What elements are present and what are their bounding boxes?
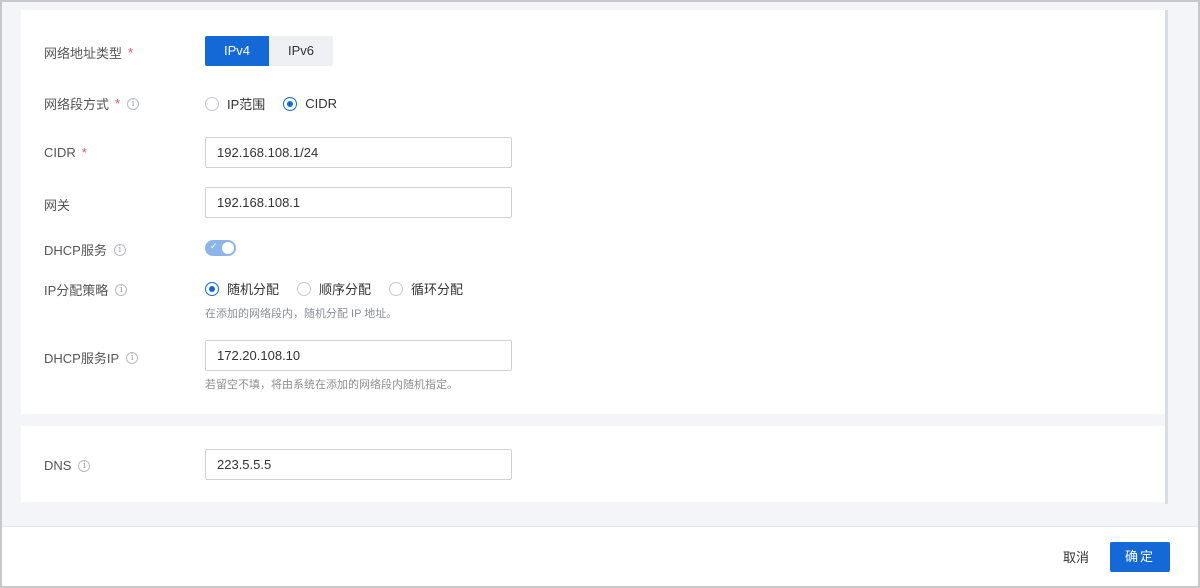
radio-circle-icon — [205, 96, 219, 111]
dhcp-ip-hint: 若留空不填，将由系统在添加的网络段内随机指定。 — [205, 379, 458, 391]
info-icon[interactable]: i — [113, 243, 126, 256]
info-icon[interactable]: i — [127, 97, 140, 110]
segment-mode-label-text: 网络段方式 — [44, 97, 110, 112]
cancel-button[interactable]: 取消 — [1052, 543, 1100, 573]
gateway-label-text: 网关 — [44, 198, 71, 213]
radio-cidr-label: CIDR — [305, 96, 338, 111]
dns-label-text: DNS — [44, 458, 72, 473]
radio-sequential[interactable]: 顺序分配 — [297, 279, 371, 298]
toggle-knob — [222, 242, 234, 254]
radio-ip-range-label: IP范围 — [227, 97, 266, 112]
ip-strategy-radio-group: 随机分配 顺序分配 循环分配 — [205, 279, 481, 298]
gateway-input[interactable] — [205, 187, 512, 218]
radio-cidr[interactable]: CIDR — [283, 96, 337, 111]
cidr-label-text: CIDR — [44, 145, 76, 160]
segment-mode-label: 网络段方式 * i — [44, 94, 140, 113]
dialog-frame: 网络地址类型 * IPv4 IPv6 网络段方式 * i IP范围 CIDR CIDR… — [2, 2, 1198, 586]
radio-random[interactable]: 随机分配 — [205, 279, 279, 298]
address-type-label-text: 网络地址类型 — [44, 46, 123, 61]
dialog-footer: 取消 确定 — [2, 526, 1198, 586]
radio-round-robin-label: 循环分配 — [411, 282, 464, 297]
radio-circle-checked-icon — [205, 281, 219, 296]
info-icon[interactable]: i — [78, 459, 91, 472]
dhcp-service-toggle[interactable]: ✓ — [205, 240, 236, 256]
ip-strategy-label: IP分配策略 i — [44, 280, 128, 299]
radio-ip-range[interactable]: IP范围 — [205, 94, 265, 113]
network-form-card: 网络地址类型 * IPv4 IPv6 网络段方式 * i IP范围 CIDR CIDR… — [21, 10, 1165, 414]
ipv4-option-button[interactable]: IPv4 — [205, 36, 269, 66]
dhcp-ip-label: DHCP服务IP i — [44, 348, 139, 367]
info-icon[interactable]: i — [126, 351, 139, 364]
scrollbar[interactable] — [1165, 10, 1168, 504]
required-mark: * — [128, 45, 134, 60]
address-type-segmented: IPv4 IPv6 — [205, 36, 333, 66]
radio-circle-icon — [297, 281, 312, 296]
info-icon[interactable]: i — [115, 283, 128, 296]
radio-circle-icon — [389, 281, 404, 296]
dns-card: DNS i — [21, 426, 1165, 502]
dhcp-ip-input[interactable] — [205, 340, 512, 371]
confirm-button[interactable]: 确定 — [1110, 542, 1170, 572]
ip-strategy-hint: 在添加的网络段内，随机分配 IP 地址。 — [205, 308, 398, 320]
dns-label: DNS i — [44, 458, 91, 473]
radio-round-robin[interactable]: 循环分配 — [389, 279, 463, 298]
dhcp-service-label-text: DHCP服务 — [44, 243, 107, 258]
ipv6-option-button[interactable]: IPv6 — [269, 36, 333, 66]
dhcp-ip-label-text: DHCP服务IP — [44, 351, 120, 366]
cidr-input[interactable] — [205, 137, 512, 168]
required-mark: * — [115, 96, 121, 111]
radio-circle-checked-icon — [283, 96, 298, 111]
ip-strategy-label-text: IP分配策略 — [44, 283, 109, 298]
dhcp-service-label: DHCP服务 i — [44, 240, 126, 259]
check-icon: ✓ — [210, 241, 218, 251]
cidr-label: CIDR * — [44, 145, 87, 160]
gateway-label: 网关 — [44, 195, 70, 214]
required-mark: * — [81, 145, 87, 160]
radio-random-label: 随机分配 — [227, 282, 280, 297]
dns-input[interactable] — [205, 449, 512, 480]
address-type-label: 网络地址类型 * — [44, 43, 133, 62]
radio-sequential-label: 顺序分配 — [319, 282, 372, 297]
segment-mode-radio-group: IP范围 CIDR — [205, 94, 355, 113]
